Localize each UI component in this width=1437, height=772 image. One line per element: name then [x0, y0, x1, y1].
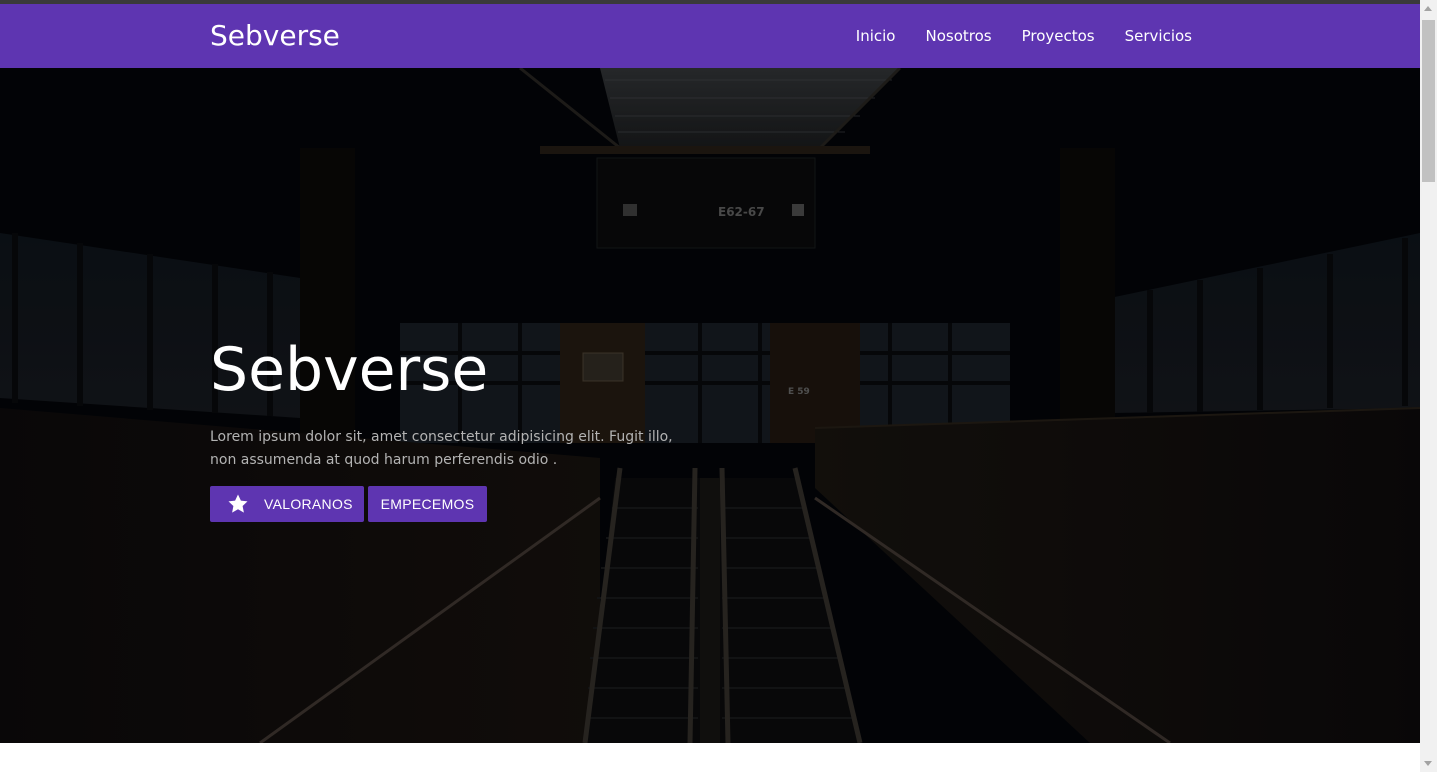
start-button[interactable]: EMPECEMOS: [368, 486, 487, 522]
scrollbar-thumb[interactable]: [1422, 20, 1435, 182]
vertical-scrollbar[interactable]: [1420, 0, 1437, 772]
scroll-up-arrow-icon[interactable]: [1424, 6, 1432, 11]
nav-link-proyectos[interactable]: Proyectos: [1022, 25, 1095, 47]
hero-description: Lorem ipsum dolor sit, amet consectetur …: [210, 429, 673, 468]
nav-link-nosotros[interactable]: Nosotros: [925, 25, 991, 47]
rate-button-label: VALORANOS: [264, 496, 353, 512]
nav-links: Inicio Nosotros Proyectos Servicios: [856, 25, 1192, 47]
brand-logo[interactable]: Sebverse: [210, 18, 340, 54]
hero-title: Sebverse: [210, 335, 489, 405]
start-button-label: EMPECEMOS: [380, 496, 475, 512]
scroll-down-arrow-icon[interactable]: [1424, 761, 1432, 766]
nav-link-inicio[interactable]: Inicio: [856, 25, 896, 47]
navbar: Sebverse Inicio Nosotros Proyectos Servi…: [0, 4, 1420, 68]
star-icon: [228, 494, 248, 513]
rate-button[interactable]: VALORANOS: [210, 486, 364, 522]
hero-section: E62-67 E 59 Sebverse Lorem ipsum dolor s…: [0, 68, 1420, 743]
nav-link-servicios[interactable]: Servicios: [1125, 25, 1192, 47]
